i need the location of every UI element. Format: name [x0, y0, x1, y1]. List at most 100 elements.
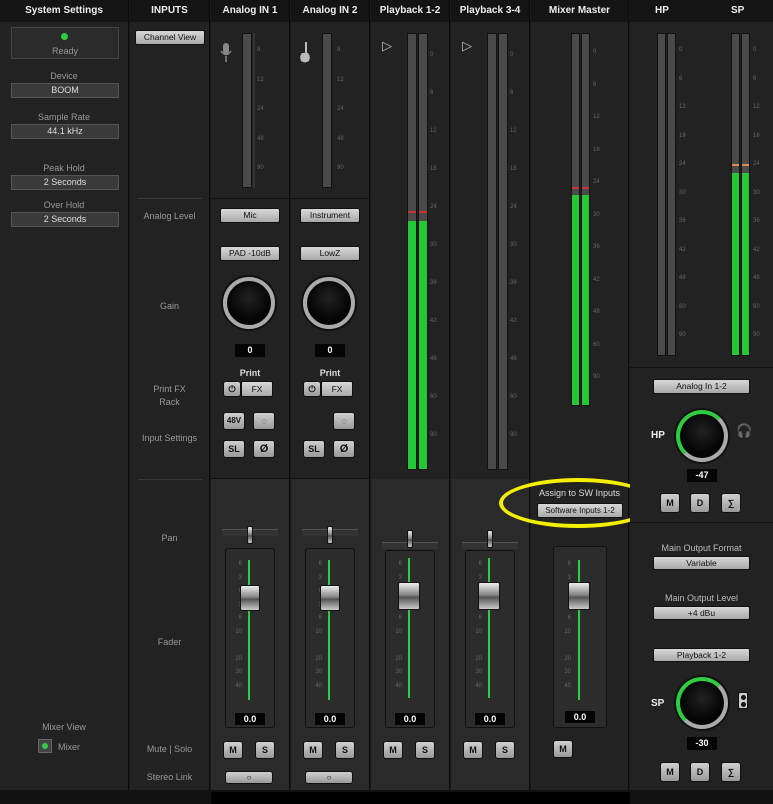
sp-mute-button[interactable]: M: [660, 762, 680, 782]
scrollbar-track[interactable]: [211, 792, 630, 804]
fader-scale: 6303610203040: [564, 561, 571, 689]
sample-rate-select[interactable]: 44.1 kHz: [11, 124, 119, 139]
fader-level-line: [408, 558, 410, 698]
gain-knob[interactable]: [223, 277, 275, 329]
hp-source-select[interactable]: Analog In 1-2: [653, 379, 750, 394]
microphone-icon: [220, 43, 232, 62]
solo-button[interactable]: S: [335, 741, 355, 759]
mixer-view-led-icon: [42, 743, 48, 749]
play-icon: ▷: [462, 38, 472, 53]
mute-solo-label: Mute | Solo: [146, 744, 193, 754]
main-output-level-label: Main Output Level: [664, 593, 739, 603]
phase-button[interactable]: Ø: [333, 440, 355, 458]
fader-handle[interactable]: [240, 585, 260, 611]
fader-scale: 6303610203040: [395, 561, 402, 689]
sp-label: SP: [651, 698, 665, 709]
main-output-level-select[interactable]: +4 dBu: [653, 606, 750, 620]
inputs-title: INPUTS: [130, 0, 209, 22]
pan-handle[interactable]: [407, 530, 413, 548]
channel-view-button[interactable]: Channel View: [135, 30, 205, 45]
fader-handle[interactable]: [478, 582, 500, 610]
analog-level-select[interactable]: Mic: [220, 208, 280, 223]
lowz-button[interactable]: LowZ: [300, 246, 360, 261]
sp-mono-button[interactable]: ∑: [721, 762, 741, 782]
pad-button[interactable]: PAD -10dB: [220, 246, 280, 261]
fader-handle[interactable]: [398, 582, 420, 610]
mixer-view-option: Mixer: [58, 742, 80, 752]
stereo-link-button[interactable]: ○: [225, 771, 273, 784]
fader-handle[interactable]: [568, 582, 590, 610]
pan-handle[interactable]: [487, 530, 493, 548]
solo-button[interactable]: S: [415, 741, 435, 759]
hp-volume-knob[interactable]: [676, 410, 728, 462]
divider: [138, 198, 202, 199]
hp-value: -47: [687, 469, 717, 482]
gain-knob[interactable]: [303, 277, 355, 329]
speaker-icon: [738, 692, 748, 709]
meter-scale: 8 12 24 48 90: [337, 47, 344, 171]
sl-button[interactable]: SL: [223, 440, 245, 458]
device-select[interactable]: BOOM: [11, 83, 119, 98]
input-settings-label: Input Settings: [141, 433, 198, 443]
hp-meter-left: [657, 33, 666, 356]
analog-level-select[interactable]: Instrument: [300, 208, 360, 223]
fader-level-line: [488, 558, 490, 698]
channel-title: Playback 1-2: [371, 0, 449, 22]
channel-analog-in-1: Analog IN 1 8 12 24 48 90 Mic PAD -10dB 0 Pr…: [211, 0, 290, 790]
hi-pass-button[interactable]: ◌: [333, 412, 355, 430]
status-text: Ready: [51, 46, 78, 56]
fx-button[interactable]: FX: [321, 381, 353, 397]
mixer-view-radio[interactable]: [38, 739, 52, 753]
solo-button[interactable]: S: [495, 741, 515, 759]
hp-mono-button[interactable]: ∑: [721, 493, 741, 513]
mute-button[interactable]: M: [553, 740, 573, 758]
fader-value: 0.0: [315, 713, 345, 725]
fader-label: Fader: [157, 637, 182, 647]
fader-value: 0.0: [395, 713, 425, 725]
gain-value: 0: [235, 344, 265, 357]
fx-button[interactable]: FX: [241, 381, 273, 397]
fader-value: 0.0: [475, 713, 505, 725]
sp-volume-knob[interactable]: [676, 677, 728, 729]
sp-source-select[interactable]: Playback 1-2: [653, 648, 750, 662]
meter-right: [418, 33, 428, 470]
mute-button[interactable]: M: [463, 741, 483, 759]
sp-value: -30: [687, 737, 717, 750]
main-output-format-select[interactable]: Variable: [653, 556, 750, 570]
mute-button[interactable]: M: [223, 741, 243, 759]
hp-dim-button[interactable]: D: [690, 493, 710, 513]
peak-hold-select[interactable]: 2 Seconds: [11, 175, 119, 190]
sp-title: SP: [731, 5, 745, 16]
sl-button[interactable]: SL: [303, 440, 325, 458]
sp-dim-button[interactable]: D: [690, 762, 710, 782]
status-box: Ready: [11, 27, 119, 59]
system-settings-title: System Settings: [0, 0, 128, 22]
fader-handle[interactable]: [320, 585, 340, 611]
print-label: Print: [239, 368, 261, 378]
power-button[interactable]: ⏻: [223, 381, 241, 397]
hp-mute-button[interactable]: M: [660, 493, 680, 513]
meter-right: [498, 33, 508, 470]
input-meter: [242, 33, 252, 188]
hi-pass-button[interactable]: ◌: [253, 412, 275, 430]
divider: [138, 479, 202, 480]
pan-handle[interactable]: [247, 526, 253, 544]
mute-button[interactable]: M: [303, 741, 323, 759]
power-button[interactable]: ⏻: [303, 381, 321, 397]
pan-handle[interactable]: [327, 526, 333, 544]
fader-scale: 6303610203040: [235, 561, 242, 689]
print-fx-rack-label: Print FX Rack: [153, 384, 186, 407]
input-meter: [322, 33, 332, 188]
stereo-link-button[interactable]: ○: [305, 771, 353, 784]
over-hold-select[interactable]: 2 Seconds: [11, 212, 119, 227]
over-hold-label: Over Hold: [43, 200, 85, 210]
meter-scale: 0 6 12 18 24 30 36 42 48 60 90: [430, 52, 437, 438]
solo-button[interactable]: S: [255, 741, 275, 759]
fader-level-line: [578, 560, 580, 700]
phase-button[interactable]: Ø: [253, 440, 275, 458]
guitar-icon: [300, 42, 310, 63]
mute-button[interactable]: M: [383, 741, 403, 759]
channel-title: Analog IN 2: [291, 0, 369, 22]
play-icon: ▷: [382, 38, 392, 53]
phantom-48v-button[interactable]: 48V: [223, 412, 245, 430]
